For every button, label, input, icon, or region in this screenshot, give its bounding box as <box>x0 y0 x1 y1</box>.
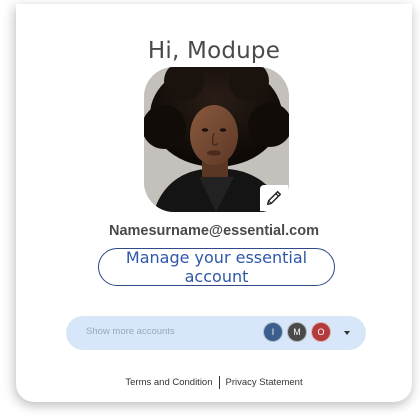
account-card: Hi, Modupe Namesurname@essential.com Man… <box>16 4 412 402</box>
edit-avatar-button[interactable] <box>260 185 288 211</box>
account-avatar-o[interactable]: O <box>311 322 331 342</box>
account-avatar-i[interactable]: I <box>263 322 283 342</box>
pencil-icon <box>266 190 282 206</box>
show-more-accounts-dropdown[interactable]: Show more accounts I M O <box>66 316 366 350</box>
account-email: Namesurname@essential.com <box>109 223 319 239</box>
show-more-accounts-label: Show more accounts <box>86 326 175 337</box>
privacy-link[interactable]: Privacy Statement <box>226 377 303 388</box>
greeting-heading: Hi, Modupe <box>147 38 281 64</box>
terms-link[interactable]: Terms and Condition <box>125 377 212 388</box>
caret-down-icon[interactable] <box>344 331 350 335</box>
account-avatar-m[interactable]: M <box>287 322 307 342</box>
footer-links: Terms and Condition Privacy Statement <box>16 376 412 389</box>
profile-avatar-container <box>144 67 289 212</box>
footer-divider <box>218 376 220 389</box>
manage-account-button[interactable]: Manage your essential account <box>98 248 335 286</box>
